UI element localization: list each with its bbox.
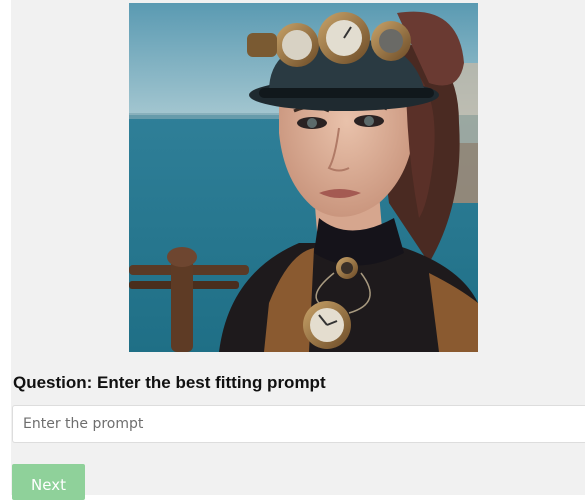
prompt-input[interactable]	[12, 405, 585, 443]
portrait-image	[129, 3, 478, 352]
question-heading: Question: Enter the best fitting prompt	[13, 373, 326, 392]
